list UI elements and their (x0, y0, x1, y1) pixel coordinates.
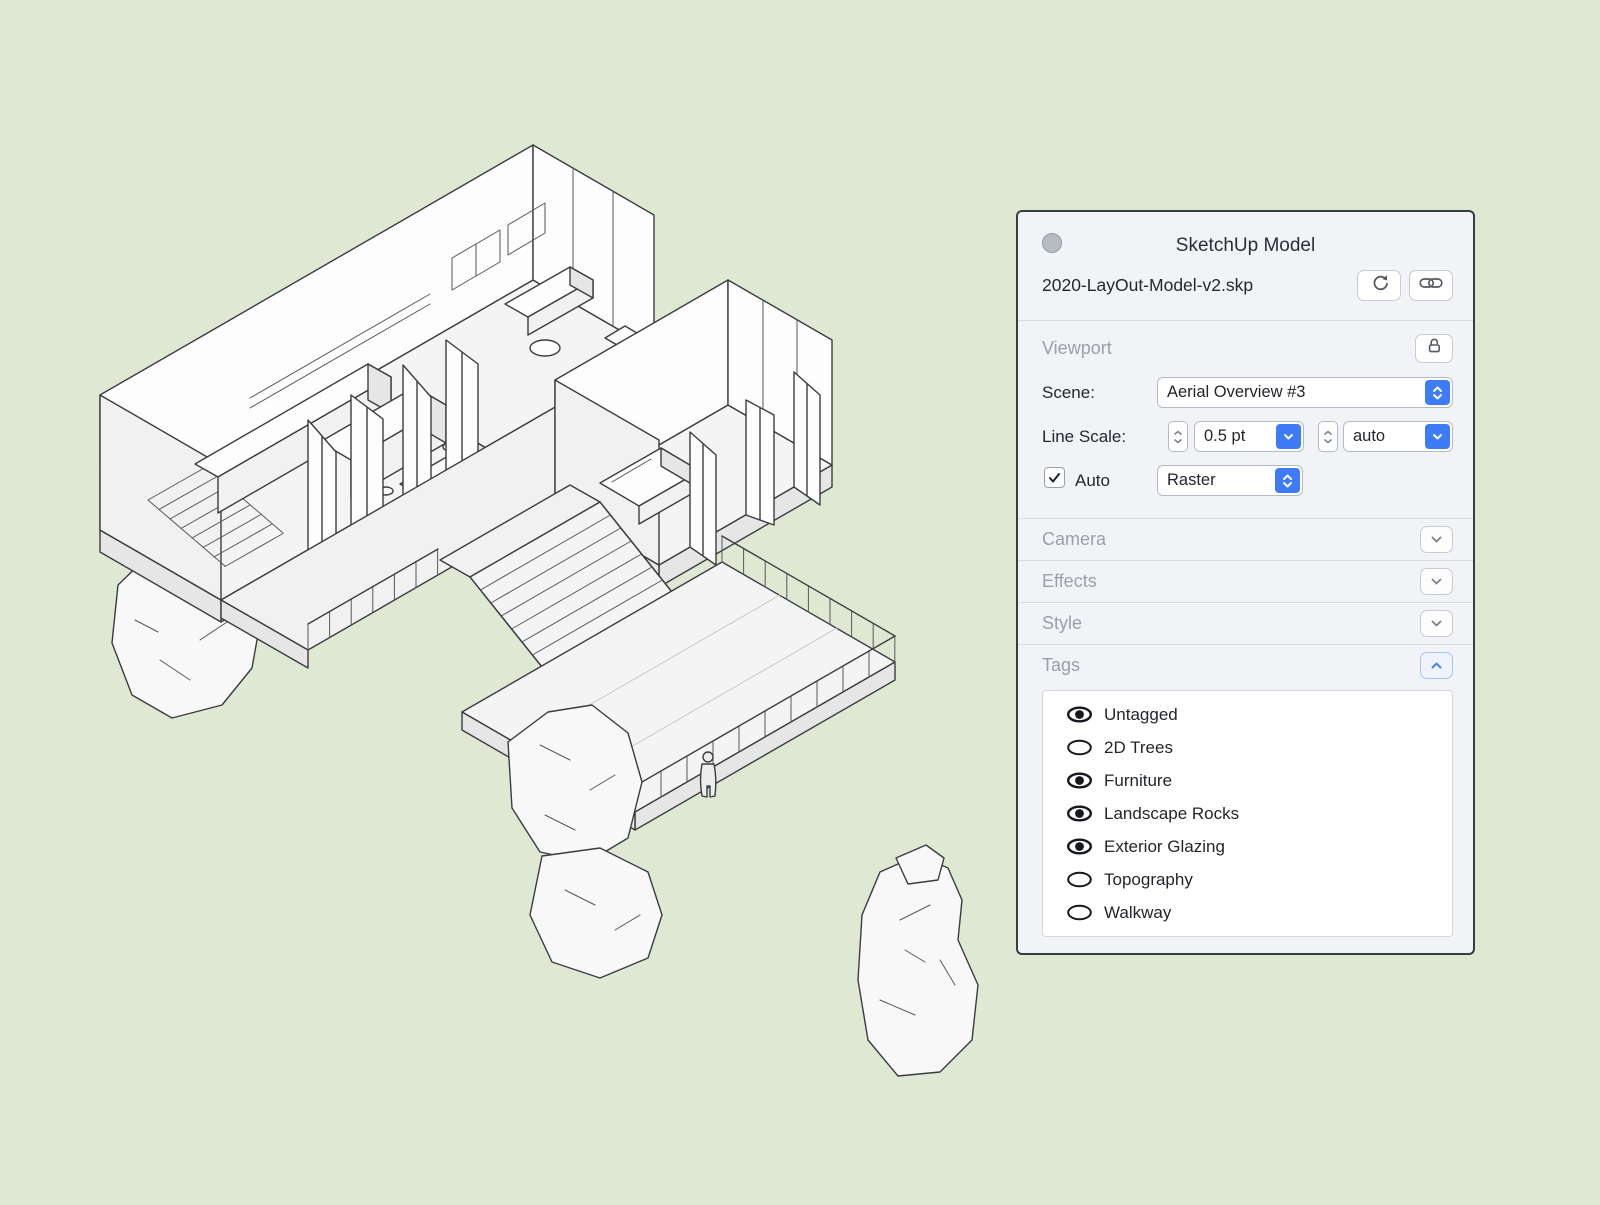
chevron-down-icon (1430, 535, 1443, 544)
scene-dropdown[interactable]: Aerial Overview #3 (1157, 377, 1453, 408)
sketchup-model-panel: SketchUp Model 2020-LayOut-Model-v2.skp … (1016, 210, 1475, 955)
line-scale-value: 0.5 pt (1195, 427, 1274, 446)
tag-label: Untagged (1104, 705, 1178, 725)
tag-row-furniture[interactable]: Furniture (1043, 764, 1452, 797)
link-icon (1419, 276, 1443, 295)
model-viewport-drawing (0, 0, 1010, 1200)
chevron-up-icon (1430, 661, 1443, 670)
scene-spinner[interactable] (1425, 380, 1450, 405)
lock-icon (1426, 337, 1443, 359)
section-camera[interactable]: Camera (1018, 518, 1473, 560)
stepper-down-icon (1323, 438, 1333, 444)
chevron-up-down-icon (1281, 472, 1294, 490)
tag-row-walkway[interactable]: Walkway (1043, 896, 1452, 929)
link-reference-button[interactable] (1409, 270, 1453, 301)
tags-list: Untagged 2D Trees Furniture Landscape Ro… (1042, 690, 1453, 937)
effects-expand-button[interactable] (1420, 568, 1453, 595)
auto-checkbox-label: Auto (1075, 471, 1110, 491)
chevron-down-icon (1431, 432, 1444, 441)
refresh-model-button[interactable] (1357, 270, 1401, 301)
stepper-up-icon (1173, 430, 1183, 436)
tag-row-landscape-rocks[interactable]: Landscape Rocks (1043, 797, 1452, 830)
chevron-up-down-icon (1431, 384, 1444, 402)
viewport-lock-button[interactable] (1415, 334, 1453, 363)
eye-visibility-icon[interactable] (1065, 903, 1093, 922)
tag-label: Furniture (1104, 771, 1172, 791)
line-scale-stepper[interactable] (1168, 421, 1188, 452)
checkmark-icon (1048, 472, 1061, 484)
eye-visibility-icon[interactable] (1065, 771, 1093, 790)
camera-section-label: Camera (1042, 529, 1420, 550)
tag-row-2d-trees[interactable]: 2D Trees (1043, 731, 1452, 764)
eye-visibility-icon[interactable] (1065, 738, 1093, 757)
render-mode-value: Raster (1158, 471, 1273, 490)
camera-expand-button[interactable] (1420, 526, 1453, 553)
tag-label: Walkway (1104, 903, 1171, 923)
stepper-up-icon (1323, 430, 1333, 436)
tag-row-untagged[interactable]: Untagged (1043, 698, 1452, 731)
eye-visibility-icon[interactable] (1065, 705, 1093, 724)
house-model-svg (0, 0, 1010, 1200)
tag-label: Exterior Glazing (1104, 837, 1225, 857)
style-expand-button[interactable] (1420, 610, 1453, 637)
line-scale-mode-dropdown[interactable]: auto (1343, 421, 1453, 452)
refresh-icon (1370, 273, 1389, 297)
tags-section-label: Tags (1042, 655, 1420, 676)
render-mode-spinner[interactable] (1275, 468, 1300, 493)
eye-visibility-icon[interactable] (1065, 870, 1093, 889)
tag-label: Landscape Rocks (1104, 804, 1239, 824)
scene-label: Scene: (1042, 383, 1095, 403)
auto-checkbox[interactable] (1044, 467, 1065, 488)
stepper-down-icon (1173, 438, 1183, 444)
tag-row-topography[interactable]: Topography (1043, 863, 1452, 896)
chevron-down-icon (1430, 619, 1443, 628)
effects-section-label: Effects (1042, 571, 1420, 592)
section-tags[interactable]: Tags (1018, 644, 1473, 686)
line-scale-value-dropdown[interactable]: 0.5 pt (1194, 421, 1304, 452)
render-mode-dropdown[interactable]: Raster (1157, 465, 1303, 496)
tags-collapse-button[interactable] (1420, 652, 1453, 679)
chevron-down-icon (1282, 432, 1295, 441)
line-scale-label: Line Scale: (1042, 427, 1126, 447)
scene-value: Aerial Overview #3 (1158, 383, 1423, 402)
divider (1018, 320, 1473, 321)
chevron-down-icon (1430, 577, 1443, 586)
line-scale-mode-stepper[interactable] (1318, 421, 1338, 452)
line-scale-mode-chevron[interactable] (1425, 424, 1450, 449)
panel-title: SketchUp Model (1018, 235, 1473, 257)
tag-label: 2D Trees (1104, 738, 1173, 758)
section-effects[interactable]: Effects (1018, 560, 1473, 602)
eye-visibility-icon[interactable] (1065, 804, 1093, 823)
model-filename: 2020-LayOut-Model-v2.skp (1042, 275, 1349, 296)
line-scale-chevron[interactable] (1276, 424, 1301, 449)
rock-right (858, 845, 978, 1076)
section-style[interactable]: Style (1018, 602, 1473, 644)
line-scale-mode-value: auto (1344, 427, 1423, 446)
viewport-section-label: Viewport (1042, 338, 1415, 359)
eye-visibility-icon[interactable] (1065, 837, 1093, 856)
tag-label: Topography (1104, 870, 1193, 890)
tag-row-exterior-glazing[interactable]: Exterior Glazing (1043, 830, 1452, 863)
style-section-label: Style (1042, 613, 1420, 634)
